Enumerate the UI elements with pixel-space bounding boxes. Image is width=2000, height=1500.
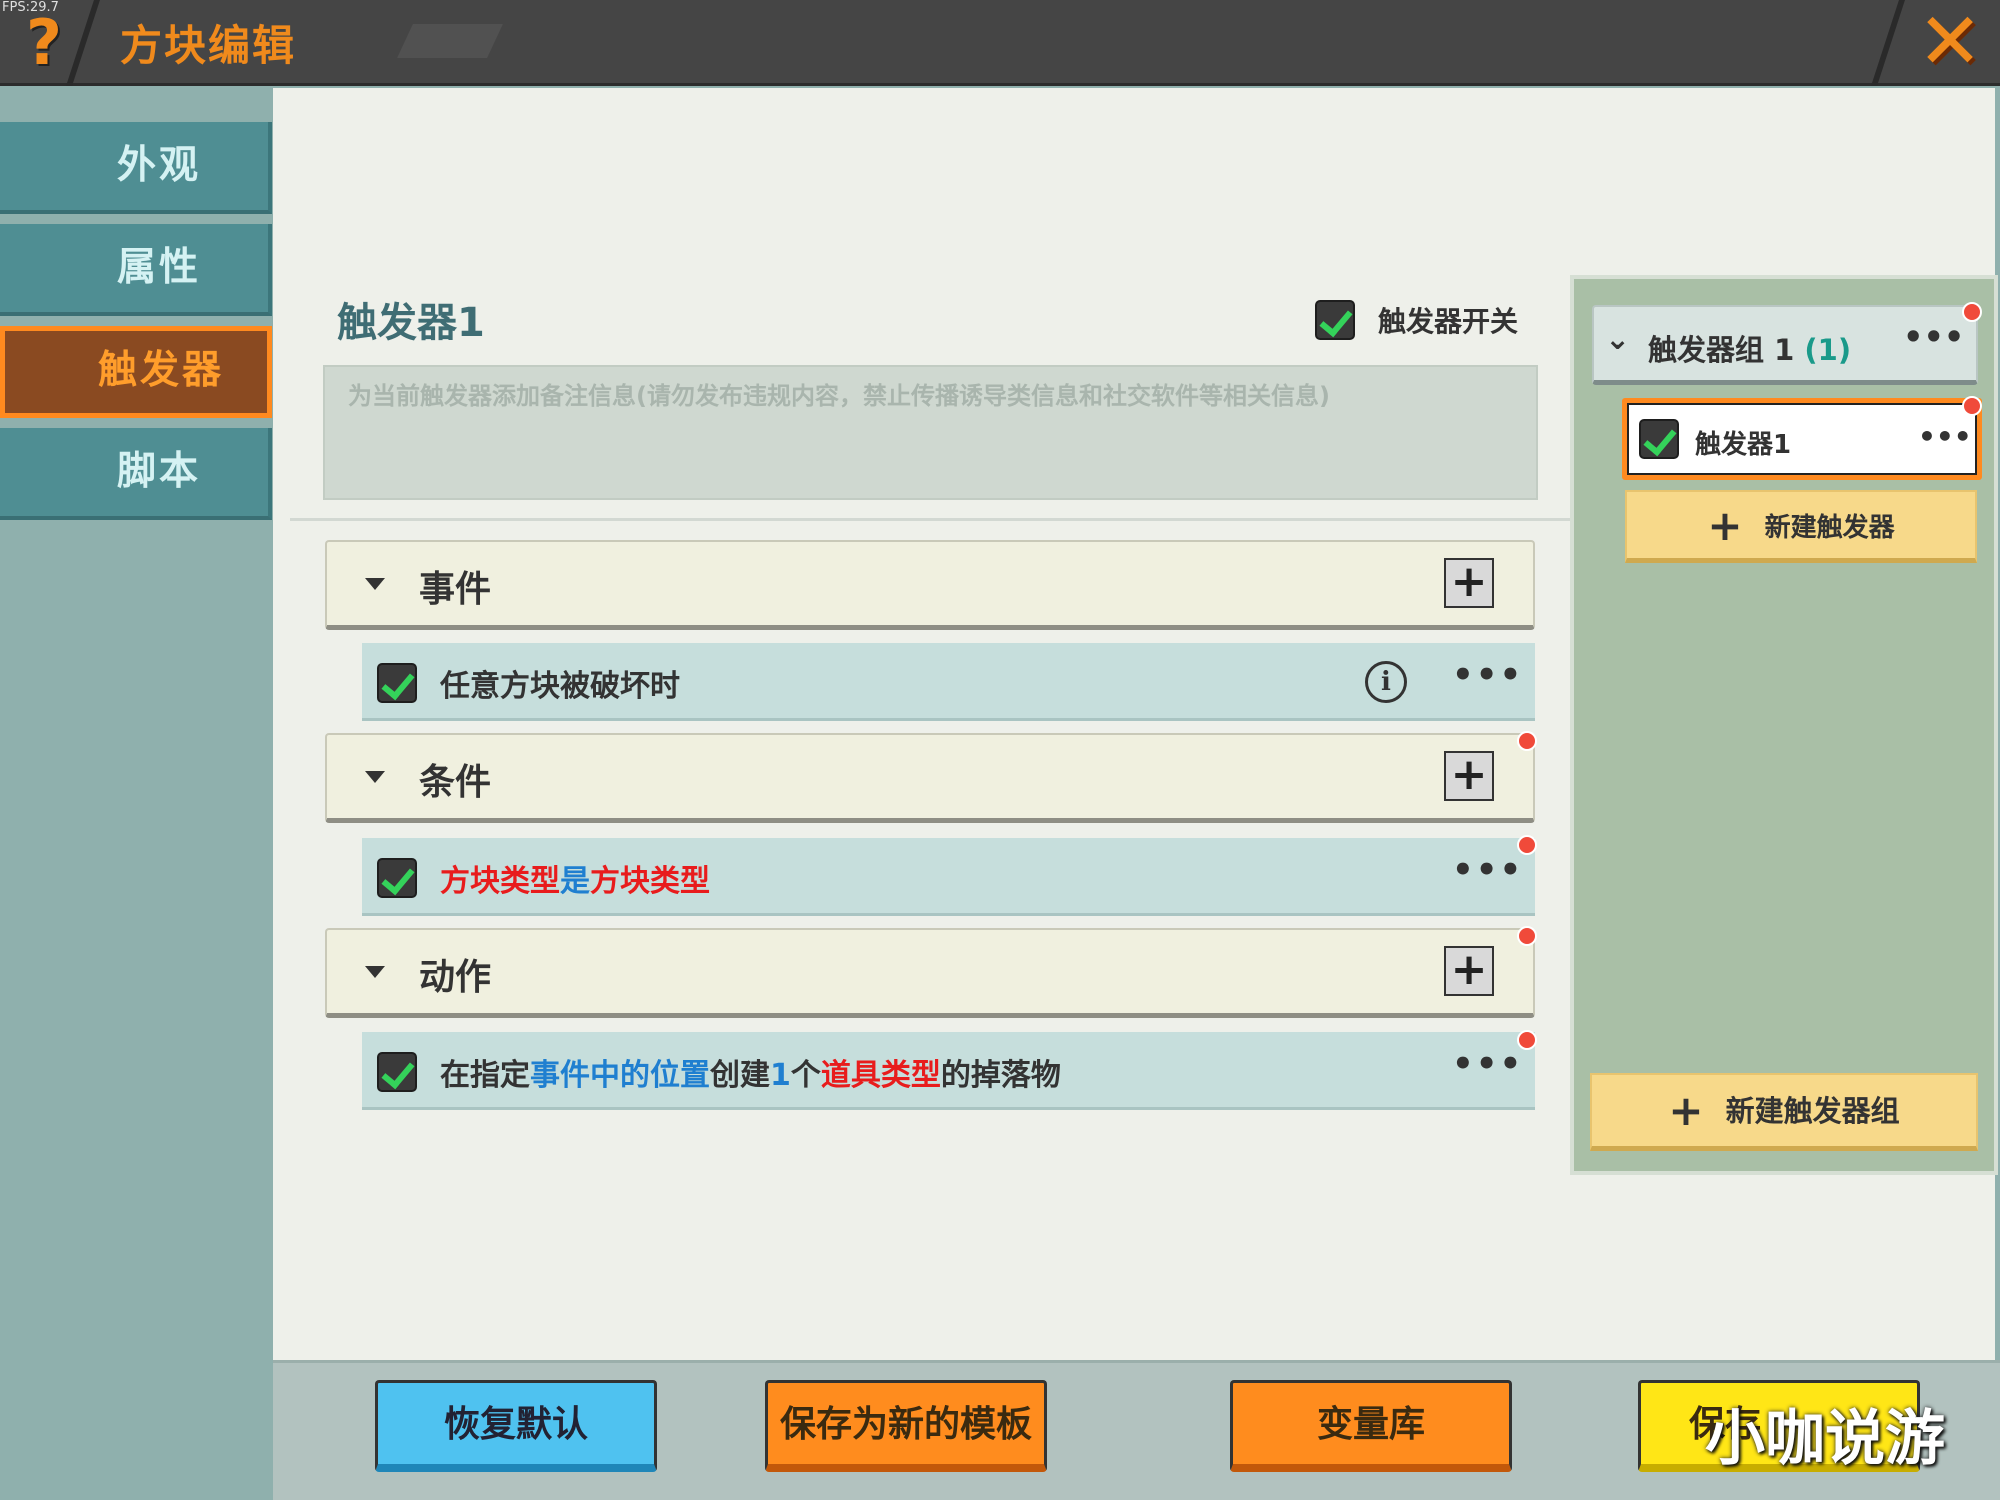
event-row[interactable]: 任意方块被破坏时 i ••• [362,643,1535,721]
help-icon[interactable]: ? [14,8,74,78]
alert-dot [1517,731,1537,751]
trigger-item-checkbox[interactable] [1639,419,1679,459]
add-condition-button[interactable]: + [1444,751,1494,801]
collapse-triangle-icon[interactable] [365,771,385,783]
section-label: 事件 [419,569,492,610]
title-bar [0,0,2000,86]
trigger-group-label: 触发器组 1 (1) [1648,333,1852,367]
trigger-switch-label: 触发器开关 [1378,305,1519,338]
condition-row[interactable]: 方块类型是方块类型 ••• [362,838,1535,916]
event-checkbox[interactable] [377,663,417,703]
new-trigger-button[interactable]: + 新建触发器 [1625,490,1977,563]
title-decoration [397,24,503,58]
divider [290,518,1570,521]
note-placeholder: 为当前触发器添加备注信息(请勿发布违规内容，禁止传播诱导类信息和社交软件等相关信… [348,382,1330,410]
alert-dot [1517,1030,1537,1050]
sidebar-item-script[interactable]: 脚本 [0,428,272,520]
save-template-button[interactable]: 保存为新的模板 [765,1380,1047,1472]
collapse-triangle-icon[interactable] [365,966,385,978]
collapse-triangle-icon[interactable] [365,578,385,590]
param-event-position[interactable]: 事件中的位置 [530,1058,710,1093]
action-checkbox[interactable] [377,1052,417,1092]
info-icon[interactable]: i [1365,661,1407,703]
sidebar-item-appearance[interactable]: 外观 [0,122,272,214]
close-icon[interactable]: ✕ [1915,2,1985,82]
watermark: 小咖说游 [1705,1404,1945,1474]
section-label: 条件 [419,762,492,803]
action-row[interactable]: 在指定事件中的位置创建1个道具类型的掉落物 ••• [362,1032,1535,1110]
new-trigger-group-button[interactable]: + 新建触发器组 [1590,1073,1978,1151]
reset-default-button[interactable]: 恢复默认 [375,1380,657,1472]
section-condition[interactable]: 条件 + [325,733,1535,823]
trigger-item-label: 触发器1 [1695,430,1792,460]
alert-dot [1517,835,1537,855]
add-action-button[interactable]: + [1444,946,1494,996]
add-event-button[interactable]: + [1444,558,1494,608]
alert-dot [1517,926,1537,946]
more-icon[interactable]: ••• [1903,318,1964,356]
chevron-down-icon[interactable]: ⌄ [1605,322,1630,357]
param-operator[interactable]: 是 [560,864,590,899]
more-icon[interactable]: ••• [1452,850,1523,890]
more-icon[interactable]: ••• [1452,655,1523,695]
condition-text: 方块类型是方块类型 [440,856,710,900]
section-action[interactable]: 动作 + [325,928,1535,1018]
param-block-type[interactable]: 方块类型 [440,864,560,899]
condition-checkbox[interactable] [377,858,417,898]
more-icon[interactable]: ••• [1918,420,1972,453]
section-label: 动作 [419,957,492,998]
event-text: 任意方块被破坏时 [440,669,680,704]
plus-icon: + [1668,1086,1704,1135]
plus-icon: + [1707,501,1743,550]
sidebar-item-trigger[interactable]: 触发器 [0,326,272,418]
trigger-name: 触发器1 [337,300,485,346]
param-item-type[interactable]: 道具类型 [821,1058,941,1093]
param-count[interactable]: 1 [770,1058,791,1093]
trigger-switch-checkbox[interactable] [1315,300,1355,340]
param-block-type[interactable]: 方块类型 [590,864,710,899]
window-title: 方块编辑 [120,21,297,70]
action-text: 在指定事件中的位置创建1个道具类型的掉落物 [440,1058,1061,1093]
variable-library-button[interactable]: 变量库 [1230,1380,1512,1472]
trigger-group-count: (1) [1804,333,1852,367]
more-icon[interactable]: ••• [1452,1044,1523,1084]
alert-dot [1962,302,1982,322]
section-event[interactable]: 事件 + [325,540,1535,630]
sidebar-item-properties[interactable]: 属性 [0,224,272,316]
alert-dot [1962,396,1982,416]
